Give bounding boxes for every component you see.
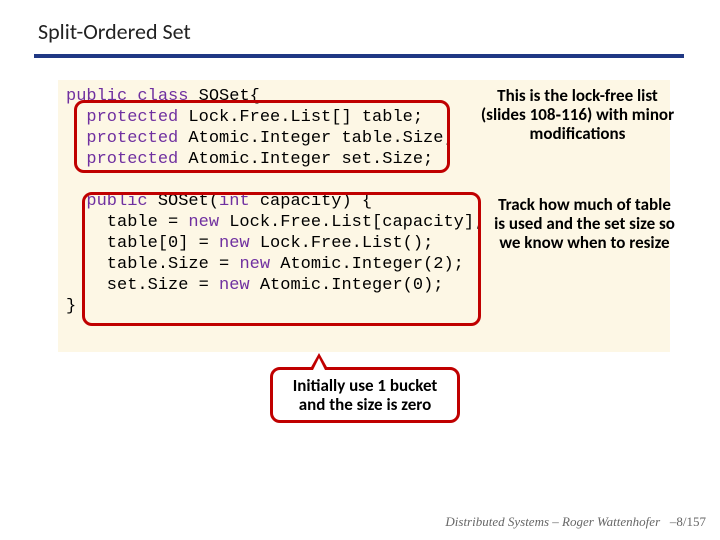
- title-rule: [34, 54, 684, 58]
- footer-page: –8/157: [670, 514, 706, 529]
- slide: Split-Ordered Set public class SOSet{ pr…: [0, 0, 720, 540]
- footer-author: Roger Wattenhofer: [562, 514, 660, 529]
- page-title: Split-Ordered Set: [38, 18, 191, 45]
- highlight-box-constructor: [82, 192, 481, 326]
- highlight-box-fields: [74, 100, 450, 173]
- callout-track-resize: Track how much of table is used and the …: [492, 195, 677, 252]
- callout-bubble: Initially use 1 bucket and the size is z…: [270, 367, 460, 423]
- slide-footer: Distributed Systems – Roger Wattenhofer …: [445, 514, 706, 530]
- callout-lockfree-list: This is the lock-free list (slides 108‑1…: [480, 86, 675, 143]
- footer-course: Distributed Systems: [445, 514, 549, 529]
- callout-initial-bucket: Initially use 1 bucket and the size is z…: [270, 367, 460, 423]
